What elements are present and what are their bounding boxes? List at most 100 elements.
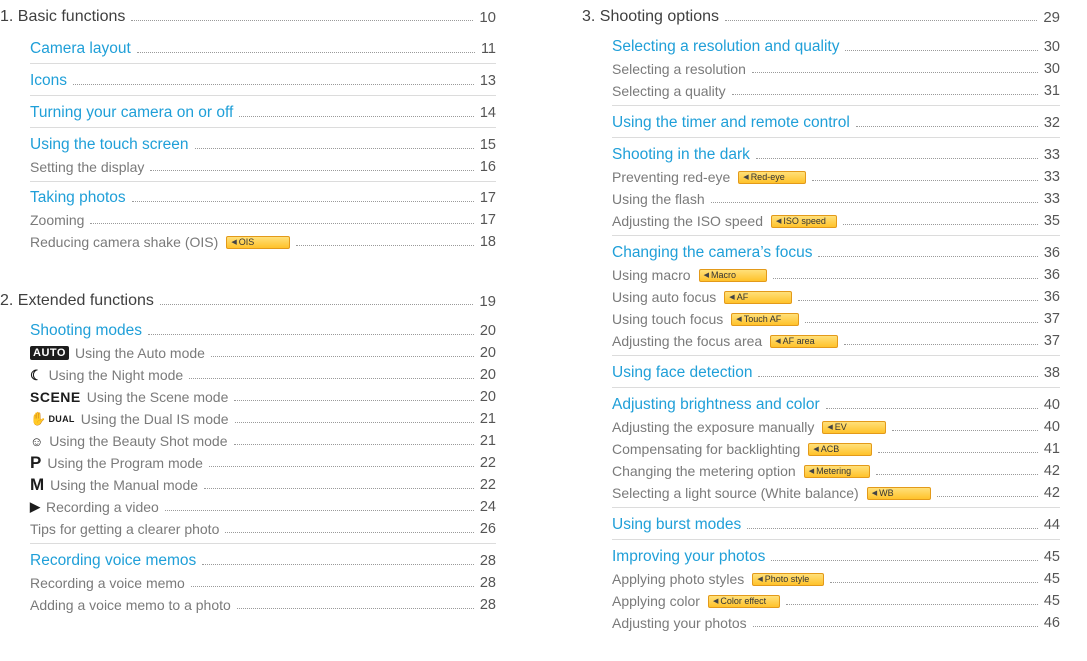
- toc-entry-tips-clearer-photo[interactable]: Tips for getting a clearer photo 26: [30, 518, 496, 540]
- toc-entry-turning-on-off[interactable]: Turning your camera on or off 14: [30, 102, 496, 124]
- toc-entry-recording-voice-memo[interactable]: Recording a voice memo 28: [30, 572, 496, 594]
- toc-entry-dual-is-mode[interactable]: ✋ DUAL Using the Dual IS mode 21: [30, 408, 496, 430]
- page-number: 16: [479, 159, 496, 175]
- toc-entry-scene-mode[interactable]: SCENE Using the Scene mode 20: [30, 386, 496, 408]
- entry-label: Using the Beauty Shot mode: [49, 433, 228, 449]
- toc-entry-camera-focus[interactable]: Changing the camera’s focus 36: [612, 242, 1060, 264]
- toc-entry-adjusting-photos[interactable]: Adjusting your photos 46: [612, 612, 1060, 634]
- dot-leader: [845, 49, 1038, 51]
- toc-entry-camera-layout[interactable]: Camera layout 11: [30, 38, 496, 60]
- page-number: 20: [479, 345, 496, 361]
- dot-leader: [204, 487, 474, 489]
- dot-leader: [752, 625, 1038, 627]
- toc-entry-exposure-manual[interactable]: Adjusting the exposure manually ◀ EV 40: [612, 416, 1060, 438]
- toc-entry-iso-speed[interactable]: Adjusting the ISO speed ◀ ISO speed 35: [612, 210, 1060, 232]
- toc-entry-shooting-modes[interactable]: Shooting modes 20: [30, 320, 496, 342]
- toc-chapter-basic-functions[interactable]: 1. Basic functions 10: [0, 6, 496, 28]
- entry-label: Using touch focus: [612, 311, 724, 327]
- toc-chapter-shooting-options[interactable]: 3. Shooting options 29: [582, 6, 1060, 28]
- entry-label: Zooming: [30, 212, 85, 228]
- page-number: 14: [479, 105, 496, 121]
- tag-label: AF: [736, 292, 749, 302]
- tag-arrow-icon: ◀: [808, 468, 815, 475]
- toc-entry-night-mode[interactable]: ☾ Using the Night mode 20: [30, 364, 496, 386]
- toc-entry-backlighting[interactable]: Compensating for backlighting ◀ ACB 41: [612, 438, 1060, 460]
- page-number: 20: [479, 389, 496, 405]
- tag-arrow-icon: ◀: [775, 338, 781, 345]
- page-number: 35: [1043, 213, 1060, 229]
- toc-entry-program-mode[interactable]: P Using the Program mode 22: [30, 452, 496, 474]
- tag-label: Red-eye: [750, 172, 785, 182]
- toc-entry-selecting-quality[interactable]: Selecting a quality 31: [612, 80, 1060, 102]
- dot-leader: [875, 473, 1038, 475]
- toc-entry-improving-photos[interactable]: Improving your photos 45: [612, 546, 1060, 568]
- entry-label: Changing the metering option: [612, 463, 796, 479]
- dot-leader: [150, 169, 474, 171]
- toc-entry-using-macro[interactable]: Using macro ◀ Macro 36: [612, 264, 1060, 286]
- toc-entry-timer-remote[interactable]: Using the timer and remote control 32: [612, 112, 1060, 134]
- toc-entry-using-flash[interactable]: Using the flash 33: [612, 188, 1060, 210]
- toc-entry-white-balance[interactable]: Selecting a light source (White balance)…: [612, 482, 1060, 504]
- toc-entry-touch-focus[interactable]: Using touch focus ◀ Touch AF 37: [612, 308, 1060, 330]
- toc-entry-taking-photos[interactable]: Taking photos 17: [30, 187, 496, 209]
- dot-leader: [843, 223, 1038, 225]
- dot-leader: [751, 71, 1038, 73]
- dot-leader: [830, 581, 1038, 583]
- toc-entry-touch-screen[interactable]: Using the touch screen 15: [30, 134, 496, 156]
- dot-leader: [131, 200, 474, 202]
- toc-entry-metering[interactable]: Changing the metering option ◀ Metering 4…: [612, 460, 1060, 482]
- page-number: 30: [1043, 61, 1060, 77]
- tag-arrow-icon: ◀: [871, 490, 878, 497]
- entry-label: Selecting a quality: [612, 83, 726, 99]
- page-number: 26: [479, 521, 496, 537]
- toc-entry-selecting-resolution[interactable]: Selecting a resolution 30: [612, 58, 1060, 80]
- tag-label: Touch AF: [743, 314, 782, 324]
- dot-leader: [844, 343, 1038, 345]
- toc-entry-brightness-color[interactable]: Adjusting brightness and color 40: [612, 394, 1060, 416]
- menu-tag-wb: ◀ WB: [866, 486, 931, 500]
- video-mode-icon: ▶: [30, 499, 40, 514]
- toc-entry-auto-mode[interactable]: AUTO Using the Auto mode 20: [30, 342, 496, 364]
- toc-entry-adding-voice-memo[interactable]: Adding a voice memo to a photo 28: [30, 594, 496, 616]
- dot-leader: [771, 559, 1038, 561]
- page-number: 20: [479, 367, 496, 383]
- toc-entry-setting-display[interactable]: Setting the display 16: [30, 156, 496, 178]
- page-number: 42: [1043, 485, 1060, 501]
- dot-leader: [710, 201, 1038, 203]
- toc-entry-manual-mode[interactable]: M Using the Manual mode 22: [30, 474, 496, 496]
- tag-arrow-icon: ◀: [743, 174, 749, 181]
- page-number: 40: [1043, 419, 1060, 435]
- toc-entry-face-detection[interactable]: Using face detection 38: [612, 362, 1060, 384]
- dot-leader: [159, 303, 474, 305]
- toc-entry-recording-video[interactable]: ▶ Recording a video 24: [30, 496, 496, 518]
- page-number: 42: [1043, 463, 1060, 479]
- menu-tag-af-area: ◀ AF area: [770, 334, 839, 348]
- entry-label: Using face detection: [612, 364, 753, 381]
- toc-entry-applying-color[interactable]: Applying color ◀ Color effect 45: [612, 590, 1060, 612]
- toc-chapter-extended-functions[interactable]: 2. Extended functions 19: [0, 290, 496, 312]
- toc-entry-shooting-dark[interactable]: Shooting in the dark 33: [612, 144, 1060, 166]
- toc-entry-voice-memos[interactable]: Recording voice memos 28: [30, 550, 496, 572]
- toc-entry-focus-area[interactable]: Adjusting the focus area ◀ AF area 37: [612, 330, 1060, 352]
- dot-leader: [772, 277, 1038, 279]
- page-number: 41: [1043, 441, 1060, 457]
- toc-entry-red-eye[interactable]: Preventing red-eye ◀ Red-eye 33: [612, 166, 1060, 188]
- dot-leader: [234, 421, 474, 423]
- toc-entry-zooming[interactable]: Zooming 17: [30, 209, 496, 231]
- tag-label: Color effect: [720, 596, 767, 606]
- page-number: 21: [479, 411, 496, 427]
- toc-entry-burst-modes[interactable]: Using burst modes 44: [612, 514, 1060, 536]
- tag-label: EV: [834, 422, 847, 432]
- entry-label: Icons: [30, 72, 68, 89]
- toc-entry-beauty-shot-mode[interactable]: ☺ Using the Beauty Shot mode 21: [30, 430, 496, 452]
- entry-label: Using auto focus: [612, 289, 717, 305]
- entry-label: Improving your photos: [612, 548, 766, 565]
- tag-arrow-icon: ◀: [231, 239, 237, 246]
- toc-entry-photo-styles[interactable]: Applying photo styles ◀ Photo style 45: [612, 568, 1060, 590]
- toc-entry-resolution-quality[interactable]: Selecting a resolution and quality 30: [612, 36, 1060, 58]
- toc-entry-auto-focus[interactable]: Using auto focus ◀ AF 36: [612, 286, 1060, 308]
- entry-label: Adjusting the exposure manually: [612, 419, 815, 435]
- toc-entry-icons[interactable]: Icons 13: [30, 70, 496, 92]
- night-mode-icon: ☾: [30, 366, 43, 383]
- toc-entry-reducing-shake[interactable]: Reducing camera shake (OIS) ◀ OIS 18: [30, 231, 496, 253]
